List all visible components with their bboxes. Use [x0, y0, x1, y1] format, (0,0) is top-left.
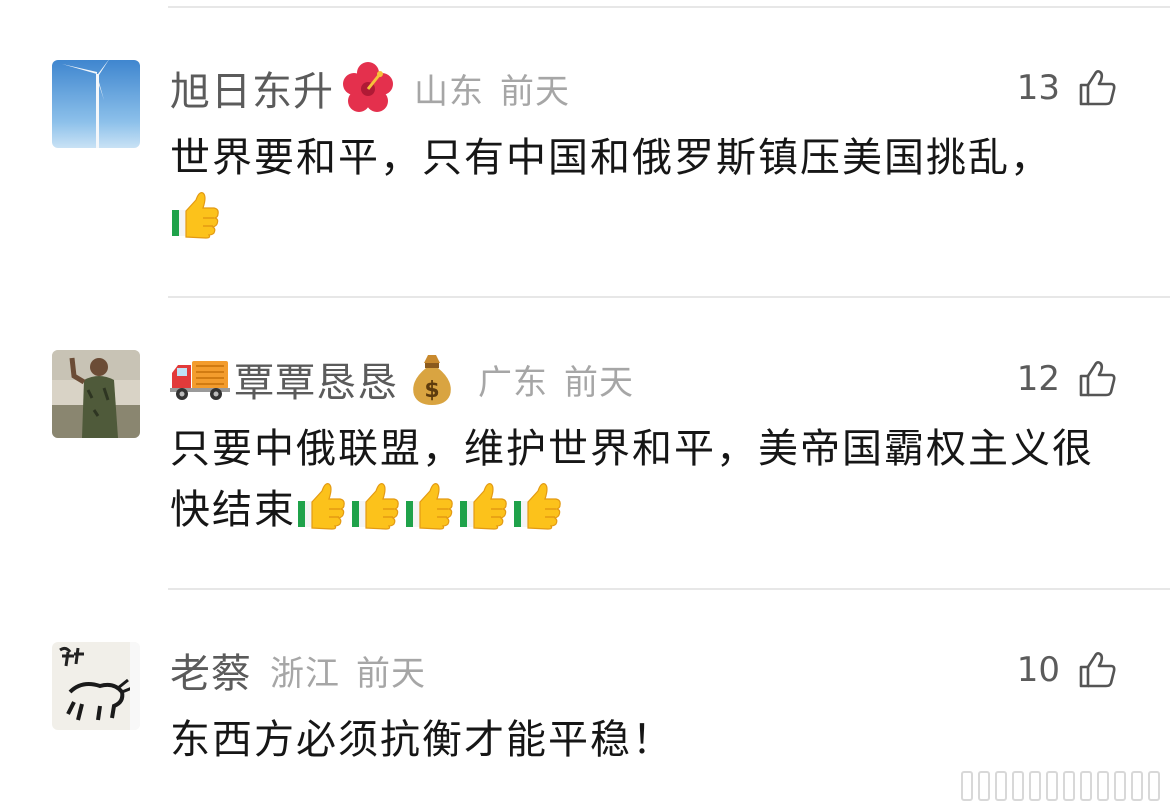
- avatar-calligraphy-image: [52, 642, 140, 730]
- thumbs-up-emoji: [170, 188, 222, 240]
- svg-text:$: $: [424, 378, 439, 403]
- avatar-person-photo: [52, 350, 140, 438]
- avatar[interactable]: [52, 60, 140, 148]
- hibiscus-emoji: [343, 62, 393, 112]
- comment-time: 前天: [564, 362, 634, 403]
- avatar[interactable]: [52, 642, 140, 730]
- like-button[interactable]: 13: [1017, 58, 1118, 118]
- comment-meta: 浙江 前天: [270, 646, 426, 695]
- comment-header: 覃覃恳恳 $ 广东 前天: [170, 349, 634, 409]
- comment-text: 世界要和平，只有中国和俄罗斯镇压美国挑乱，: [170, 128, 1130, 249]
- avatar-wind-turbine-image: [52, 60, 140, 148]
- comment-text-content: 世界要和平，只有中国和俄罗斯镇压美国挑乱，: [170, 135, 1052, 181]
- like-button[interactable]: 12: [1017, 349, 1118, 409]
- thumbs-up-outline-icon: [1078, 68, 1118, 108]
- username[interactable]: 旭日东升: [170, 59, 334, 117]
- watermark: [961, 771, 1160, 801]
- thumbs-up-outline-icon: [1078, 359, 1118, 399]
- comment-meta: 山东 前天: [414, 64, 570, 113]
- money-bag-emoji: $: [413, 355, 451, 405]
- thumbs-up-emoji: [458, 479, 510, 531]
- comment-text: 只要中俄联盟，维护世界和平，美帝国霸权主义很快结束: [170, 419, 1130, 540]
- comment-location: 山东: [414, 71, 484, 112]
- like-count: 13: [1016, 68, 1060, 108]
- like-button[interactable]: 10: [1017, 640, 1118, 700]
- username[interactable]: 老蔡: [170, 641, 252, 699]
- comment-location: 广东: [478, 362, 548, 403]
- comment-time: 前天: [356, 653, 426, 694]
- avatar[interactable]: [52, 350, 140, 438]
- thumbs-up-emoji: [512, 479, 564, 531]
- comment-time: 前天: [500, 71, 570, 112]
- username[interactable]: 覃覃恳恳: [234, 350, 398, 408]
- comment-header: 老蔡 浙江 前天: [170, 640, 426, 700]
- comment-header: 旭日东升 山东 前天: [170, 58, 570, 118]
- thumbs-up-emoji: [296, 479, 348, 531]
- comment-location: 浙江: [270, 653, 340, 694]
- comment-item: 覃覃恳恳 $ 广东 前天 12 只要中俄联盟，维护世界和平，美帝国霸权主义很快结束: [0, 298, 1170, 590]
- thumbs-up-outline-icon: [1078, 650, 1118, 690]
- comment-meta: 广东 前天: [478, 355, 634, 404]
- like-count: 10: [1016, 650, 1060, 690]
- delivery-truck-emoji: [170, 361, 230, 400]
- comment-text: 东西方必须抗衡才能平稳！: [170, 710, 1130, 770]
- like-count: 12: [1016, 359, 1060, 399]
- comment-text-content: 东西方必须抗衡才能平稳！: [170, 717, 674, 763]
- thumbs-up-emoji: [350, 479, 402, 531]
- comment-item: 旭日东升 山东 前天 13 世界要和平，只有中国和俄罗斯镇压美国挑乱，: [0, 8, 1170, 298]
- thumbs-up-emoji: [404, 479, 456, 531]
